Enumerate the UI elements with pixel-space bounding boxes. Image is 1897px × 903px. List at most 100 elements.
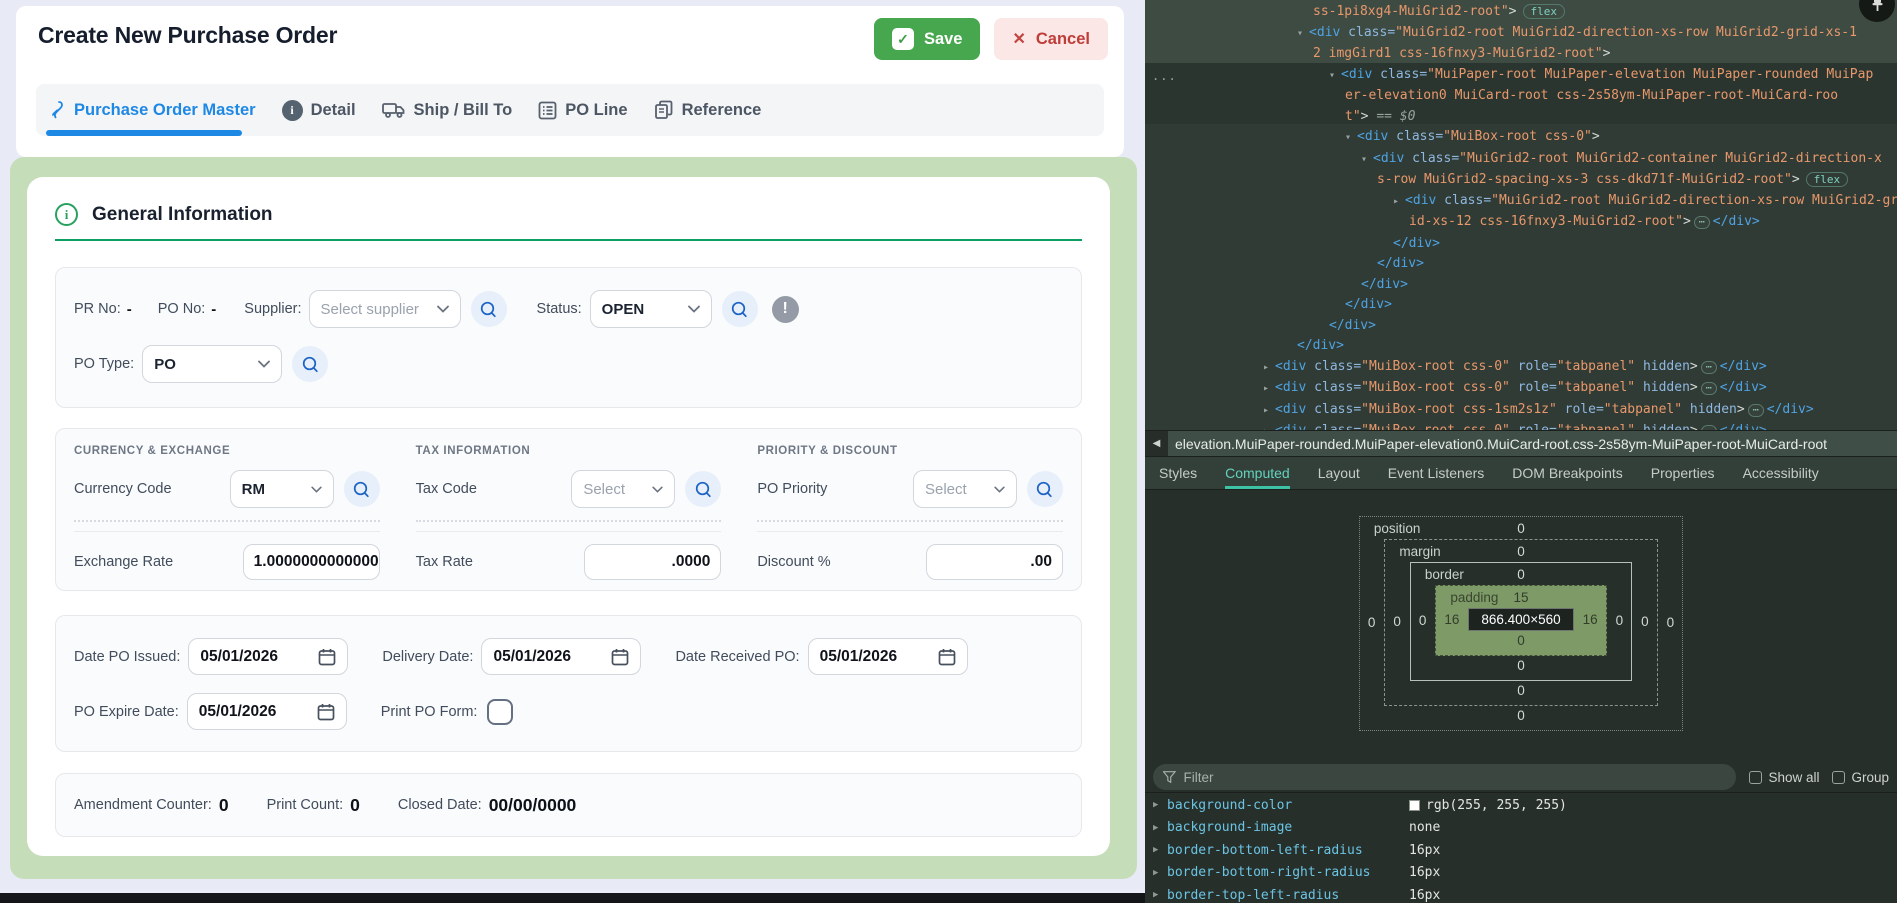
code-line[interactable]: ▸ <div class="MuiBox-root css-0" role="t… [1145, 378, 1897, 400]
tab-accessibility[interactable]: Accessibility [1743, 457, 1819, 489]
code-line[interactable]: t"> == $0 [1145, 107, 1897, 128]
tab-computed[interactable]: Computed [1225, 457, 1290, 489]
status-select[interactable]: OPEN [590, 290, 712, 328]
tab-dom-breakpoints[interactable]: DOM Breakpoints [1512, 457, 1622, 489]
filter-input[interactable] [1184, 770, 1727, 785]
code-line[interactable]: ▸ <div class="MuiBox-root css-0" role="t… [1145, 421, 1897, 430]
status-search-button[interactable] [722, 291, 758, 327]
code-line[interactable]: s-row MuiGrid2-spacing-xs-3 css-dkd71f-M… [1145, 170, 1897, 191]
code-line[interactable]: ▾ <div class="MuiGrid2-root MuiGrid2-dir… [1145, 23, 1897, 45]
tax-code-label: Tax Code [416, 481, 572, 497]
save-button[interactable]: ✓ Save [874, 18, 981, 60]
expander-down-icon[interactable]: ▾ [1345, 132, 1357, 143]
po-expire-picker[interactable]: 05/01/2026 [187, 693, 347, 730]
code-line[interactable]: </div> [1145, 254, 1897, 275]
search-icon [479, 300, 498, 319]
date-received-picker[interactable]: 05/01/2026 [808, 638, 968, 675]
tab-ship-bill-to[interactable]: Ship / Bill To [382, 100, 513, 120]
expand-dots-badge[interactable]: ⋯ [1701, 361, 1717, 374]
code-line[interactable]: </div> [1145, 234, 1897, 255]
code-line[interactable]: ▾ <div class="MuiPaper-root MuiPaper-ele… [1145, 65, 1897, 87]
currency-code-label: Currency Code [74, 481, 230, 497]
tab-properties[interactable]: Properties [1651, 457, 1715, 489]
po-type-select[interactable]: PO [142, 345, 282, 383]
code-token: </div> [1361, 277, 1408, 292]
code-line[interactable]: </div> [1145, 295, 1897, 316]
code-line[interactable]: ▸ <div class="MuiBox-root css-0" role="t… [1145, 357, 1897, 379]
show-all-checkbox[interactable] [1749, 771, 1762, 784]
position-bottom-value: 0 [1368, 706, 1674, 726]
position-label: position [1374, 519, 1421, 539]
code-line[interactable]: ss-1pi8xg4-MuiGrid2-root">flex [1145, 2, 1897, 23]
expand-arrow-icon[interactable]: ▶ [1153, 800, 1167, 810]
po-type-label: PO Type: [74, 356, 134, 372]
cancel-button[interactable]: ✕ Cancel [994, 18, 1108, 60]
exchange-rate-input[interactable]: 1.0000000000000 [243, 544, 380, 580]
expand-dots-badge[interactable]: ⋯ [1701, 382, 1717, 395]
po-priority-search-button[interactable] [1027, 471, 1063, 507]
code-line[interactable]: </div> [1145, 336, 1897, 357]
code-token: "tabpanel" [1557, 423, 1635, 430]
tab-event-listeners[interactable]: Event Listeners [1388, 457, 1485, 489]
code-token: </div> [1297, 338, 1344, 353]
code-line[interactable]: </div> [1145, 316, 1897, 337]
print-po-form-checkbox[interactable] [487, 699, 513, 725]
breadcrumb-back-button[interactable]: ◀ [1145, 431, 1168, 456]
expander-down-icon[interactable]: ▾ [1329, 70, 1341, 81]
tax-code-select[interactable]: Select [571, 470, 675, 508]
code-token: > [1737, 402, 1745, 417]
expand-dots-badge[interactable]: ⋯ [1694, 216, 1710, 229]
dates-fieldset: Date PO Issued: 05/01/2026 Delivery Date… [55, 615, 1082, 752]
tab-styles[interactable]: Styles [1159, 457, 1197, 489]
expander-down-icon[interactable]: ▾ [1361, 154, 1373, 165]
divider [416, 520, 722, 522]
expand-dots-badge[interactable]: ⋯ [1748, 404, 1764, 417]
date-received-value: 05/01/2026 [820, 648, 898, 666]
expander-right-icon[interactable]: ▸ [1393, 196, 1405, 207]
date-po-issued-picker[interactable]: 05/01/2026 [188, 638, 348, 675]
code-line[interactable]: 2 imgGird1 css-16fnxy3-MuiGrid2-root"> [1145, 44, 1897, 65]
code-line[interactable]: ▸ <div class="MuiBox-root css-1sm2s1z" r… [1145, 400, 1897, 422]
tab-layout[interactable]: Layout [1318, 457, 1360, 489]
tax-code-search-button[interactable] [685, 471, 721, 507]
code-line[interactable]: id-xs-12 css-16fnxy3-MuiGrid2-root">⋯</d… [1145, 212, 1897, 234]
code-line[interactable]: ▸ <div class="MuiGrid2-root MuiGrid2-dir… [1145, 191, 1897, 213]
currency-code-select[interactable]: RM [230, 470, 334, 508]
tab-po-line[interactable]: PO Line [538, 101, 627, 120]
discount-input[interactable]: .00 [926, 544, 1063, 580]
expand-arrow-icon[interactable]: ▶ [1153, 823, 1167, 833]
expand-arrow-icon[interactable]: ▶ [1153, 868, 1167, 878]
tax-code-placeholder: Select [583, 481, 625, 498]
po-type-search-button[interactable] [292, 346, 328, 382]
po-priority-select[interactable]: Select [913, 470, 1017, 508]
code-line[interactable]: ▾ <div class="MuiBox-root css-0"> [1145, 127, 1897, 149]
expander-down-icon[interactable]: ▾ [1297, 28, 1309, 39]
tab-detail[interactable]: i Detail [282, 100, 356, 121]
filter-field[interactable] [1153, 764, 1736, 790]
computed-property-row: ▶border-bottom-left-radius16px [1145, 839, 1897, 862]
code-token: "MuiPaper-root MuiPaper-elevation MuiPap… [1427, 67, 1873, 82]
group-checkbox[interactable] [1832, 771, 1845, 784]
expand-arrow-icon[interactable]: ▶ [1153, 890, 1167, 900]
currency-search-button[interactable] [344, 471, 380, 507]
code-line[interactable]: er-elevation0 MuiCard-root css-2s58ym-Mu… [1145, 86, 1897, 107]
code-token: t" [1345, 109, 1361, 124]
code-token: "MuiGrid2-root MuiGrid2-container MuiGri… [1459, 151, 1882, 166]
delivery-date-picker[interactable]: 05/01/2026 [481, 638, 641, 675]
search-icon [694, 480, 713, 499]
expander-right-icon[interactable]: ▸ [1263, 405, 1275, 416]
tax-rate-input[interactable]: .0000 [584, 544, 721, 580]
tab-reference[interactable]: Reference [654, 100, 762, 120]
flex-badge[interactable]: flex [1806, 172, 1849, 187]
supplier-search-button[interactable] [471, 291, 507, 327]
expander-right-icon[interactable]: ▸ [1263, 362, 1275, 373]
expander-right-icon[interactable]: ▸ [1263, 383, 1275, 394]
header-actions: ✓ Save ✕ Cancel [874, 18, 1108, 60]
code-line[interactable]: ▾ <div class="MuiGrid2-root MuiGrid2-con… [1145, 149, 1897, 171]
supplier-select[interactable]: Select supplier [309, 290, 461, 328]
flex-badge[interactable]: flex [1523, 4, 1566, 19]
status-warning-icon[interactable]: ! [772, 296, 799, 323]
expand-arrow-icon[interactable]: ▶ [1153, 845, 1167, 855]
code-line[interactable]: </div> [1145, 275, 1897, 296]
tab-purchase-order-master[interactable]: Purchase Order Master [46, 100, 256, 120]
